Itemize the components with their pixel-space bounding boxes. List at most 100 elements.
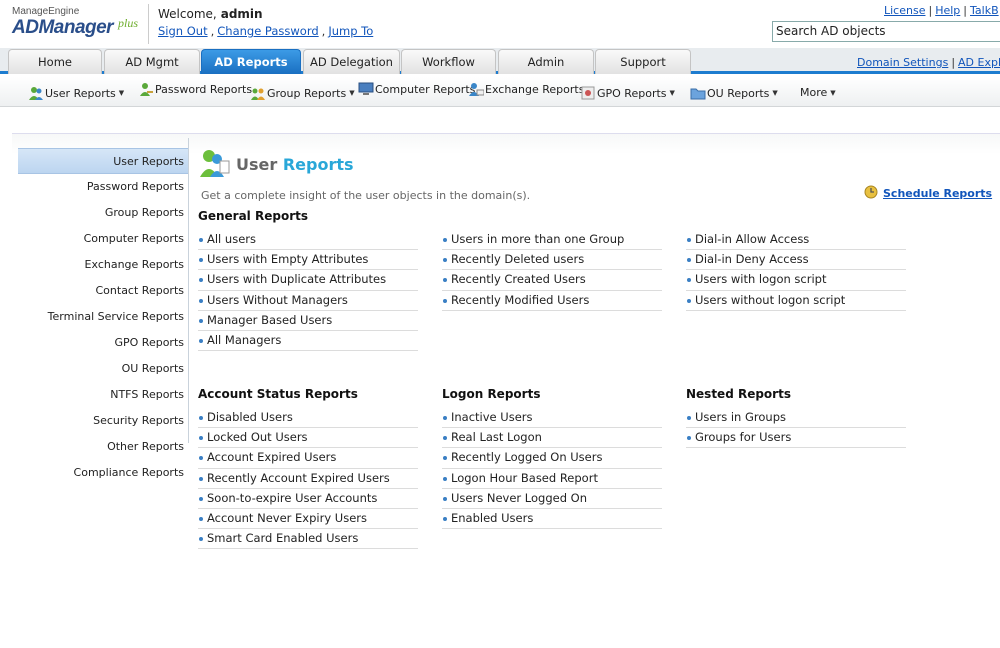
sidebar-item-group-reports[interactable]: Group Reports xyxy=(18,200,188,226)
user-reports-icon xyxy=(198,147,230,182)
users-icon xyxy=(28,85,44,101)
list-item[interactable]: Soon-to-expire User Accounts xyxy=(198,489,418,509)
sidebar-item-other-reports[interactable]: Other Reports xyxy=(18,434,188,460)
change-password-link[interactable]: Change Password xyxy=(217,24,318,38)
jump-to-link[interactable]: Jump To xyxy=(328,24,373,38)
list-item[interactable]: Dial-in Deny Access xyxy=(686,250,906,271)
subnav-user-reports[interactable]: User Reports ▼ xyxy=(28,85,124,101)
sidebar-item-gpo-reports[interactable]: GPO Reports xyxy=(18,330,188,356)
list-item[interactable]: All Managers xyxy=(198,331,418,352)
caret-down-icon: ▼ xyxy=(669,89,675,97)
page-header: User Reports xyxy=(198,147,354,181)
page-description: Get a complete insight of the user objec… xyxy=(201,189,531,202)
sidebar-item-contact-reports[interactable]: Contact Reports xyxy=(18,278,188,304)
list-item[interactable]: Account Never Expiry Users xyxy=(198,509,418,530)
account-status-reports: Disabled Users Locked Out Users Account … xyxy=(198,408,418,550)
ad-explorer-link[interactable]: AD Explor xyxy=(958,56,1000,69)
logon-reports: Inactive Users Real Last Logon Recently … xyxy=(442,408,662,530)
list-item[interactable]: Inactive Users xyxy=(442,408,662,429)
top-links: License | Help | TalkB xyxy=(884,4,999,17)
sidebar-item-computer-reports[interactable]: Computer Reports xyxy=(18,226,188,252)
list-item[interactable]: Recently Modified Users xyxy=(442,291,662,311)
account-links: Sign Out, Change Password, Jump To xyxy=(158,24,374,38)
list-item[interactable]: Account Expired Users xyxy=(198,448,418,469)
exchange-icon xyxy=(468,81,485,97)
subnav-label: User Reports xyxy=(45,86,116,100)
sidebar-item-security-reports[interactable]: Security Reports xyxy=(18,408,188,434)
tab-ad-mgmt[interactable]: AD Mgmt xyxy=(104,49,200,74)
list-item[interactable]: Users with Empty Attributes xyxy=(198,250,418,271)
computer-icon xyxy=(358,81,374,97)
schedule-icon xyxy=(864,185,880,202)
list-item[interactable]: Recently Account Expired Users xyxy=(198,469,418,489)
list-item[interactable]: Disabled Users xyxy=(198,408,418,429)
list-item[interactable]: Users in more than one Group xyxy=(442,230,662,251)
subnav-label: More xyxy=(800,86,828,99)
subnav-computer-reports[interactable]: Computer Reports xyxy=(358,81,475,97)
sidebar-item-user-reports[interactable]: User Reports xyxy=(18,148,188,174)
help-link[interactable]: Help xyxy=(935,4,960,17)
sidebar-item-compliance-reports[interactable]: Compliance Reports xyxy=(18,460,188,486)
subnav-label: GPO Reports xyxy=(597,86,667,100)
list-item[interactable]: Recently Deleted users xyxy=(442,250,662,271)
sidebar-item-password-reports[interactable]: Password Reports xyxy=(18,174,188,200)
schedule-reports[interactable]: Schedule Reports xyxy=(864,185,992,202)
subnav-label: Exchange Reports xyxy=(485,82,585,96)
sidebar-item-ou-reports[interactable]: OU Reports xyxy=(18,356,188,382)
list-item[interactable]: Users in Groups xyxy=(686,408,906,429)
ou-folder-icon xyxy=(690,85,706,101)
list-item[interactable]: Users without logon script xyxy=(686,291,906,311)
license-link[interactable]: License xyxy=(884,4,925,17)
list-item[interactable]: All users xyxy=(198,230,418,251)
list-item[interactable]: Real Last Logon xyxy=(442,428,662,449)
subnav-group-reports[interactable]: Group Reports ▼ xyxy=(250,85,355,101)
tab-ad-delegation[interactable]: AD Delegation xyxy=(303,49,400,74)
welcome-label: Welcome, xyxy=(158,7,217,21)
tab-support[interactable]: Support xyxy=(595,49,691,74)
list-item[interactable]: Locked Out Users xyxy=(198,428,418,449)
general-reports-col3: Dial-in Allow Access Dial-in Deny Access… xyxy=(686,230,906,311)
list-item[interactable]: Dial-in Allow Access xyxy=(686,230,906,251)
divider xyxy=(148,4,149,44)
list-item[interactable]: Users Never Logged On xyxy=(442,489,662,509)
list-item[interactable]: Manager Based Users xyxy=(198,311,418,331)
list-item[interactable]: Smart Card Enabled Users xyxy=(198,529,418,550)
list-item[interactable]: Users with Duplicate Attributes xyxy=(198,270,418,291)
sidebar-item-terminal-service-reports[interactable]: Terminal Service Reports xyxy=(18,304,188,330)
tab-home[interactable]: Home xyxy=(8,49,102,74)
sidebar-item-exchange-reports[interactable]: Exchange Reports xyxy=(18,252,188,278)
talkback-link[interactable]: TalkB xyxy=(970,4,999,17)
search-input[interactable]: Search AD objects xyxy=(772,21,1000,42)
domain-settings-link[interactable]: Domain Settings xyxy=(857,56,948,69)
subnav-ou-reports[interactable]: OU Reports ▼ xyxy=(690,85,778,101)
key-user-icon xyxy=(138,81,154,97)
tab-workflow[interactable]: Workflow xyxy=(401,49,496,74)
schedule-reports-link[interactable]: Schedule Reports xyxy=(883,187,992,200)
list-item[interactable]: Logon Hour Based Report xyxy=(442,469,662,489)
sidebar-divider xyxy=(188,138,189,443)
list-item[interactable]: Enabled Users xyxy=(442,509,662,530)
subnav-more[interactable]: More ▼ xyxy=(800,86,836,99)
subnav-exchange-reports[interactable]: Exchange Reports xyxy=(468,81,584,97)
general-reports-col2: Users in more than one Group Recently De… xyxy=(442,230,662,311)
main-tabbar: Home AD Mgmt AD Reports AD Delegation Wo… xyxy=(0,48,1000,74)
sidebar-item-ntfs-reports[interactable]: NTFS Reports xyxy=(18,382,188,408)
list-item[interactable]: Users Without Managers xyxy=(198,291,418,311)
caret-down-icon: ▼ xyxy=(349,89,355,97)
subnav-gpo-reports[interactable]: GPO Reports ▼ xyxy=(580,85,675,101)
tab-admin[interactable]: Admin xyxy=(498,49,594,74)
section-account-status-title: Account Status Reports xyxy=(198,387,358,401)
sign-out-link[interactable]: Sign Out xyxy=(158,24,208,38)
subnav-password-reports[interactable]: Password Reports xyxy=(138,81,252,97)
group-icon xyxy=(250,85,266,101)
logo[interactable]: ManageEngine ADManager plus xyxy=(12,6,142,44)
logo-edition: plus xyxy=(118,16,139,30)
list-item[interactable]: Recently Created Users xyxy=(442,270,662,291)
list-item[interactable]: Recently Logged On Users xyxy=(442,448,662,469)
list-item[interactable]: Users with logon script xyxy=(686,270,906,291)
section-general-title: General Reports xyxy=(198,209,308,223)
tab-ad-reports[interactable]: AD Reports xyxy=(201,49,301,74)
list-item[interactable]: Groups for Users xyxy=(686,428,906,449)
tabbar-links: Domain Settings|AD Explor xyxy=(857,56,1000,69)
section-logon-title: Logon Reports xyxy=(442,387,541,401)
